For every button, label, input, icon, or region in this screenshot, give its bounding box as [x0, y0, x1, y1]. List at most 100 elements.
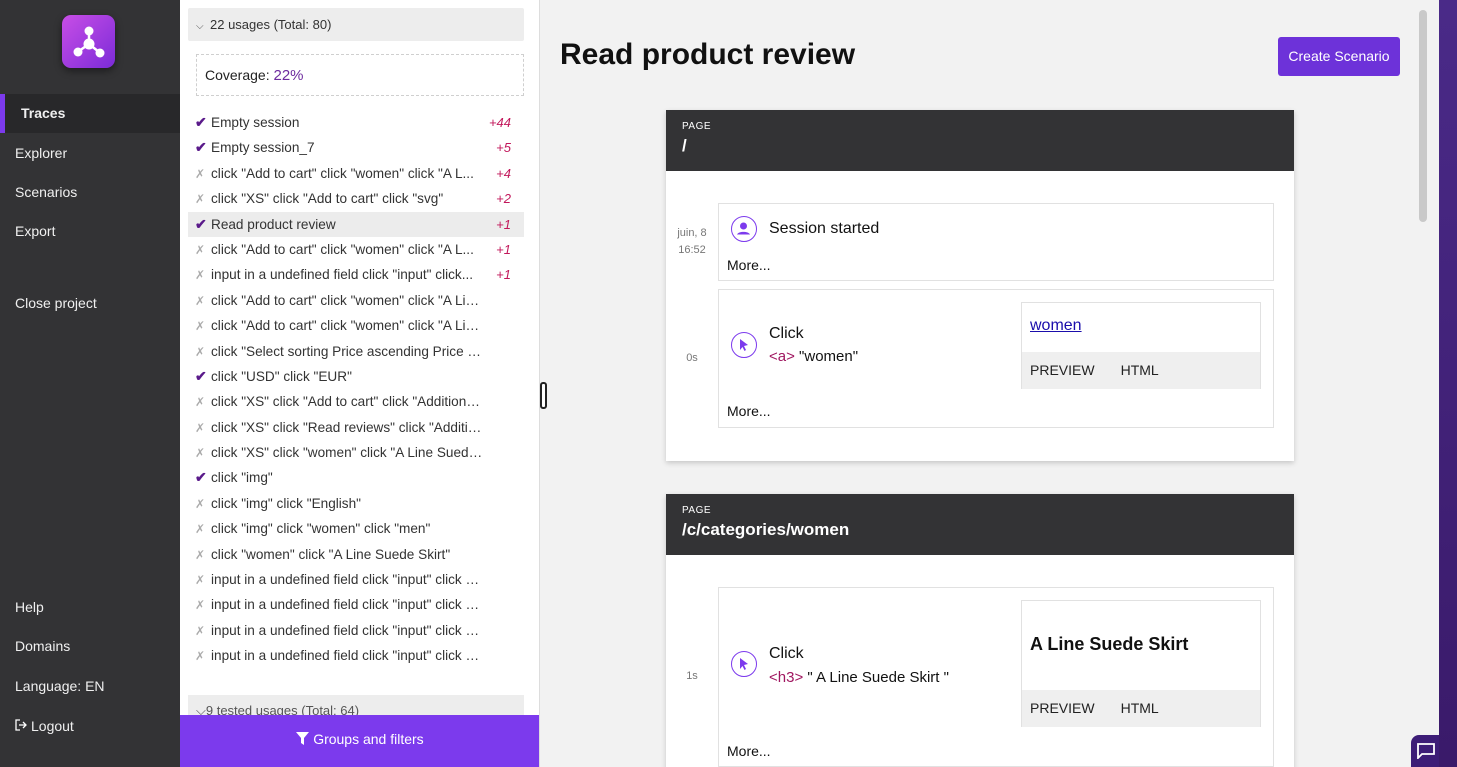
preview-link[interactable]: women [1030, 317, 1082, 335]
usage-label: click "Add to cart" click "women" click … [211, 292, 483, 308]
cross-icon: ✗ [195, 166, 206, 181]
event-target: <a> "women" [769, 348, 858, 365]
page-path: /c/categories/women [682, 520, 850, 539]
chevron-down-icon: ⌵ [196, 21, 204, 32]
usage-row[interactable]: ✗ click "img" click "English" [188, 491, 524, 516]
filters-button-label: Groups and filters [313, 731, 424, 747]
page-label: PAGE [682, 121, 712, 132]
event-timestamp: 0s [686, 352, 698, 364]
cross-icon: ✗ [195, 573, 206, 588]
usage-row[interactable]: ✔ Empty session_7 +5 [188, 135, 524, 160]
nav-explorer[interactable]: Explorer [0, 134, 180, 173]
element-preview: A Line Suede Skirt PREVIEW HTML [1021, 600, 1261, 727]
cross-icon: ✗ [195, 522, 206, 537]
tab-html[interactable]: HTML [1121, 700, 1159, 716]
usage-row[interactable]: ✗ input in a undefined field click "input… [188, 567, 524, 592]
scrollbar[interactable] [1419, 10, 1427, 222]
preview-tabs: PREVIEW HTML [1022, 690, 1260, 727]
usage-label: click "USD" click "EUR" [211, 368, 352, 384]
cross-icon: ✗ [195, 344, 206, 359]
usage-row[interactable]: ✗ click "Add to cart" click "women" click… [188, 313, 524, 338]
element-tag: <h3> [769, 669, 804, 686]
cross-icon: ✗ [195, 547, 206, 562]
chat-icon [1417, 743, 1435, 761]
more-link[interactable]: More... [727, 257, 771, 273]
usage-label: click "img" click "women" click "men" [211, 521, 431, 537]
checkmark-icon: ✔ [195, 139, 207, 156]
usage-row[interactable]: ✗ input in a undefined field click "input… [188, 618, 524, 643]
usage-row[interactable]: ✗ click "XS" click "Add to cart" click "s… [188, 186, 524, 211]
nav-help-label: Help [15, 599, 44, 615]
usage-label: input in a undefined field click "input"… [211, 267, 474, 283]
cross-icon: ✗ [195, 649, 206, 664]
usage-label: input in a undefined field click "input"… [211, 597, 483, 613]
coverage-value: 22% [273, 67, 304, 84]
cross-icon: ✗ [195, 268, 206, 283]
tab-preview[interactable]: PREVIEW [1030, 362, 1095, 378]
usage-row[interactable]: ✗ input in a undefined field click "input… [188, 592, 524, 617]
page-header: PAGE /c/categories/women [666, 494, 1294, 555]
app-logo[interactable] [62, 15, 115, 68]
usage-row[interactable]: ✗ click "Add to cart" click "women" click… [188, 161, 524, 186]
trace-detail: Read product review Create Scenario PAGE… [541, 0, 1439, 767]
preview-heading: A Line Suede Skirt [1030, 634, 1189, 654]
nav-logout[interactable]: Logout [0, 707, 180, 746]
cross-icon: ✗ [195, 242, 206, 257]
usage-row[interactable]: ✗ click "XS" click "Add to cart" click "A… [188, 389, 524, 414]
usage-row[interactable]: ✗ input in a undefined field click "input… [188, 643, 524, 668]
nav-export[interactable]: Export [0, 212, 180, 251]
usage-label: Read product review [211, 216, 336, 232]
nav-export-label: Export [15, 223, 56, 239]
groups-filters-button[interactable]: Groups and filters [180, 715, 539, 767]
usage-label: Empty session [211, 115, 300, 130]
usage-row[interactable]: ✔ click "USD" click "EUR" [188, 364, 524, 389]
usages-group-header[interactable]: ⌵ 22 usages (Total: 80) [188, 8, 524, 41]
usage-row[interactable]: ✔ click "img" [188, 465, 524, 490]
more-link[interactable]: More... [727, 403, 771, 419]
event-session-started: Session started More... [718, 203, 1274, 281]
nav-domains[interactable]: Domains [0, 627, 180, 666]
usage-label: input in a undefined field click "input"… [211, 622, 483, 638]
nav-scenarios[interactable]: Scenarios [0, 173, 180, 212]
usage-row[interactable]: ✗ click "Add to cart" click "women" click… [188, 237, 524, 262]
nav-domains-label: Domains [15, 638, 71, 654]
nav-close-project[interactable]: Close project [0, 284, 180, 323]
usage-row[interactable]: ✗ click "Select sorting Price ascending P… [188, 339, 524, 364]
element-tag: <a> [769, 348, 795, 365]
nav-traces-label: Traces [21, 105, 66, 121]
preview-tabs: PREVIEW HTML [1022, 352, 1260, 389]
tab-preview[interactable]: PREVIEW [1030, 700, 1095, 716]
event-target: <h3> " A Line Suede Skirt " [769, 669, 949, 686]
usage-row[interactable]: ✗ click "women" click "A Line Suede Skirt… [188, 542, 524, 567]
page-card: PAGE /c/categories/women 1s Click <h3> "… [666, 494, 1294, 767]
usage-row[interactable]: ✔ Empty session +44 [188, 110, 524, 135]
cross-icon: ✗ [195, 446, 206, 461]
logout-icon [15, 707, 31, 746]
tab-html[interactable]: HTML [1121, 362, 1159, 378]
nav-help[interactable]: Help [0, 588, 180, 627]
usage-row[interactable]: ✗ click "Add to cart" click "women" click… [188, 288, 524, 313]
chat-button[interactable] [1411, 735, 1441, 767]
coverage-box: Coverage: 22% [196, 54, 524, 96]
usages-panel: ⌵ 22 usages (Total: 80) Coverage: 22% ✔ Em… [180, 0, 540, 767]
more-link[interactable]: More... [727, 743, 771, 759]
usage-row[interactable]: ✔ Read product review +1 [188, 211, 524, 237]
usage-row[interactable]: ✗ click "XS" click "women" click "A Line … [188, 440, 524, 465]
create-scenario-button[interactable]: Create Scenario [1278, 37, 1400, 76]
usage-row[interactable]: ✗ click "XS" click "Read reviews" click "… [188, 415, 524, 440]
page-card: PAGE / juin, 8 16:52 Session started Mor… [666, 110, 1294, 461]
checkmark-icon: ✔ [195, 367, 207, 384]
usage-row[interactable]: ✗ click "img" click "women" click "men" [188, 516, 524, 541]
usage-label: input in a undefined field click "input"… [211, 648, 483, 664]
nav-language[interactable]: Language: EN [0, 667, 180, 706]
cross-icon: ✗ [195, 192, 206, 207]
main-nav: Traces Explorer Scenarios Export Close p… [0, 0, 180, 767]
cross-icon: ✗ [195, 319, 206, 334]
page-path: / [682, 136, 687, 155]
usage-row[interactable]: ✗ input in a undefined field click "input… [188, 262, 524, 287]
usage-count: +5 [496, 140, 511, 156]
nav-traces[interactable]: Traces [0, 94, 180, 133]
window-edge [1439, 0, 1457, 767]
usage-label: Empty session_7 [211, 140, 315, 156]
usage-label: click "img" [211, 470, 273, 486]
